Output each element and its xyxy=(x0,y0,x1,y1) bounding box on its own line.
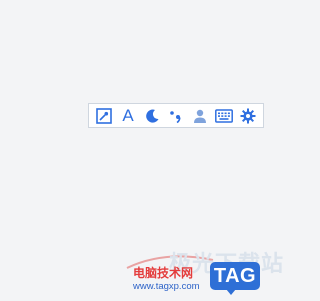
ime-toolbar: A xyxy=(88,103,264,128)
handwriting-button[interactable] xyxy=(93,105,115,127)
fullwidth-halfwidth-button[interactable]: A xyxy=(117,105,139,127)
user-icon xyxy=(192,108,208,124)
site-watermark: 极光下载站 电脑技术网 www.tagxp.com TAG xyxy=(125,244,286,301)
settings-button[interactable] xyxy=(237,105,259,127)
mode-toggle-button[interactable] xyxy=(141,105,163,127)
punctuation-icon xyxy=(168,108,184,124)
tag-badge-pointer xyxy=(226,289,236,295)
handwriting-pad-icon xyxy=(96,107,112,124)
tag-badge: TAG xyxy=(210,262,260,290)
watermark-url: www.tagxp.com xyxy=(133,281,200,292)
watermark-site-name: 电脑技术网 xyxy=(133,266,194,280)
user-account-button[interactable] xyxy=(189,105,211,127)
letter-a-icon: A xyxy=(122,106,134,125)
punctuation-button[interactable] xyxy=(165,105,187,127)
gear-icon xyxy=(240,108,256,124)
soft-keyboard-button[interactable] xyxy=(213,105,235,127)
keyboard-icon xyxy=(215,108,233,123)
crescent-moon-icon xyxy=(144,108,160,124)
